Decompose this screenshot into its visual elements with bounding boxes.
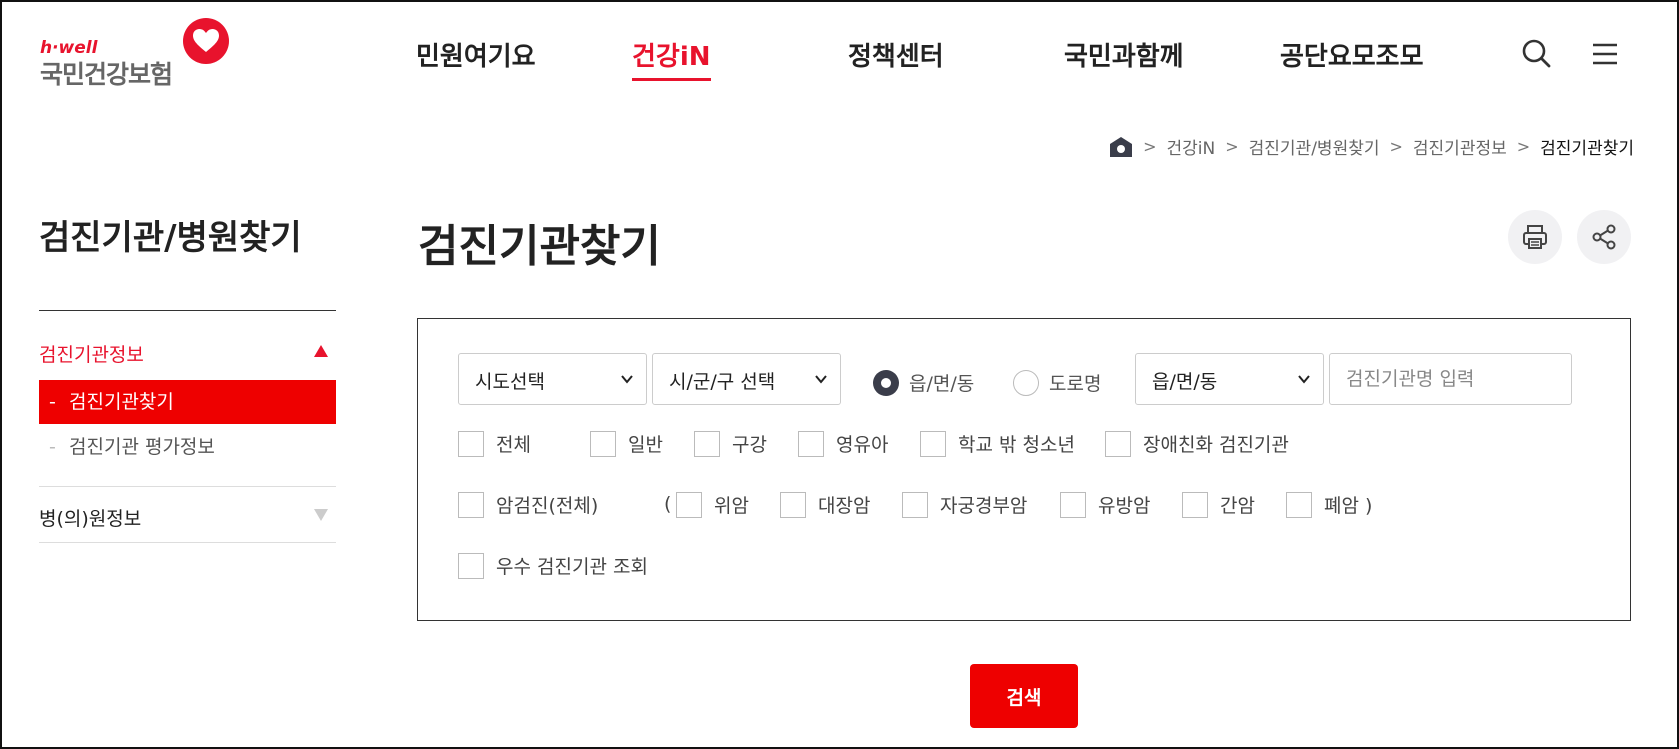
logo-name: 국민건강보험 <box>40 60 173 89</box>
paren-open: ( <box>664 493 672 515</box>
sidebar-section-label: 검진기관정보 <box>39 344 144 366</box>
search-button[interactable]: 검색 <box>970 664 1078 728</box>
checkbox-icon <box>590 430 616 457</box>
breadcrumb-current: 검진기관찾기 <box>1540 139 1634 159</box>
checkbox-label: 구강 <box>732 434 767 456</box>
home-icon[interactable] <box>1109 136 1133 158</box>
checkbox-icon <box>902 491 928 518</box>
checkbox-icon <box>1286 491 1312 518</box>
breadcrumb-item[interactable]: 검진기관/병원찾기 <box>1249 134 1380 159</box>
chevron-down-icon <box>621 375 633 384</box>
checkbox-infant[interactable]: 영유아 <box>798 430 888 457</box>
dong-select[interactable]: 읍/면/동 <box>1135 353 1324 405</box>
print-icon <box>1523 225 1547 249</box>
breadcrumb-separator: > <box>1225 137 1239 156</box>
radio-checked-icon <box>873 369 899 396</box>
sidebar-item-label: 검진기관 평가정보 <box>69 436 215 458</box>
checkbox-label: 우수 검진기관 조회 <box>496 556 648 578</box>
share-button[interactable] <box>1577 210 1631 264</box>
checkbox-label: 암검진(전체) <box>496 495 599 517</box>
checkbox-label: 위암 <box>714 495 749 517</box>
checkbox-label: 유방암 <box>1098 495 1151 517</box>
gnb-item-minwon[interactable]: 민원여기요 <box>416 36 536 73</box>
chevron-down-icon <box>1298 375 1310 384</box>
caret-up-icon <box>314 345 328 357</box>
sidebar-divider <box>39 310 336 311</box>
breadcrumb-separator: > <box>1389 137 1403 156</box>
checkbox-label: 장애친화 검진기관 <box>1143 434 1289 456</box>
checkbox-icon <box>1060 491 1086 518</box>
checkbox-out-of-school[interactable]: 학교 밖 청소년 <box>920 430 1075 457</box>
checkbox-disability-friendly[interactable]: 장애친화 검진기관 <box>1105 430 1289 457</box>
checkbox-label: 전체 <box>496 434 531 456</box>
radio-road[interactable]: 도로명 <box>1013 369 1101 396</box>
checkbox-icon <box>1105 430 1131 457</box>
radio-unchecked-icon <box>1013 369 1039 396</box>
institution-name-input[interactable] <box>1329 353 1572 405</box>
share-icon <box>1592 224 1616 250</box>
search-icon[interactable] <box>1519 36 1555 72</box>
checkbox-all[interactable]: 전체 <box>458 430 531 457</box>
radio-label: 읍/면/동 <box>909 373 975 395</box>
caret-down-icon <box>314 509 328 521</box>
sidebar-divider <box>39 542 336 543</box>
sidebar-section-label: 병(의)원정보 <box>39 508 142 530</box>
sido-select[interactable]: 시도선택 <box>458 353 647 405</box>
sidebar-title: 검진기관/병원찾기 <box>39 218 302 258</box>
checkbox-icon <box>458 552 484 579</box>
checkbox-label: 대장암 <box>818 495 871 517</box>
checkbox-icon <box>1182 491 1208 518</box>
sidebar-item-label: 검진기관찾기 <box>69 391 174 413</box>
print-button[interactable] <box>1508 210 1562 264</box>
checkbox-icon <box>694 430 720 457</box>
gnb-item-about[interactable]: 공단요모조모 <box>1280 36 1424 73</box>
sigungu-select[interactable]: 시/군/구 선택 <box>652 353 841 405</box>
chevron-down-icon <box>815 375 827 384</box>
sido-select-value: 시도선택 <box>475 371 545 393</box>
checkbox-icon <box>676 491 702 518</box>
radio-dong[interactable]: 읍/면/동 <box>873 369 974 396</box>
checkbox-label: 학교 밖 청소년 <box>958 434 1075 456</box>
sidebar-section-institution-info[interactable]: 검진기관정보 <box>39 340 336 367</box>
gnb-item-health-in[interactable]: 건강iN <box>632 36 711 81</box>
checkbox-general[interactable]: 일반 <box>590 430 663 457</box>
sidebar-item-find-institution[interactable]: - 검진기관찾기 <box>39 380 336 424</box>
nhis-logo[interactable]: h·well 국민건강보험 <box>40 18 240 89</box>
checkbox-label: 간암 <box>1220 495 1255 517</box>
checkbox-label: 폐암 ) <box>1324 495 1373 517</box>
checkbox-icon <box>780 491 806 518</box>
checkbox-lung-cancer[interactable]: 폐암 ) <box>1286 491 1372 518</box>
checkbox-label: 일반 <box>628 434 663 456</box>
sidebar-item-evaluation-info[interactable]: - 검진기관 평가정보 <box>39 425 336 469</box>
checkbox-icon <box>920 430 946 457</box>
checkbox-icon <box>458 491 484 518</box>
checkbox-label: 자궁경부암 <box>940 495 1028 517</box>
heart-icon <box>183 18 229 64</box>
checkbox-icon <box>798 430 824 457</box>
page-title: 검진기관찾기 <box>418 221 661 272</box>
menu-icon[interactable] <box>1587 36 1623 72</box>
breadcrumb-separator: > <box>1143 137 1157 156</box>
breadcrumb: > 건강iN > 검진기관/병원찾기 > 검진기관정보 > 검진기관찾기 <box>1109 134 1634 159</box>
checkbox-cervical-cancer[interactable]: 자궁경부암 <box>902 491 1027 518</box>
breadcrumb-item[interactable]: 검진기관정보 <box>1413 134 1507 159</box>
checkbox-icon <box>458 430 484 457</box>
checkbox-excellent-institution[interactable]: 우수 검진기관 조회 <box>458 552 648 579</box>
checkbox-breast-cancer[interactable]: 유방암 <box>1060 491 1150 518</box>
gnb-item-together[interactable]: 국민과함께 <box>1064 36 1184 73</box>
sigungu-select-value: 시/군/구 선택 <box>669 371 776 393</box>
radio-label: 도로명 <box>1049 373 1102 395</box>
checkbox-liver-cancer[interactable]: 간암 <box>1182 491 1255 518</box>
breadcrumb-item[interactable]: 건강iN <box>1167 134 1216 159</box>
dong-select-value: 읍/면/동 <box>1152 371 1218 393</box>
sidebar-section-hospital-info[interactable]: 병(의)원정보 <box>39 504 336 531</box>
gnb-item-policy[interactable]: 정책센터 <box>848 36 944 73</box>
sidebar-divider <box>39 486 336 487</box>
checkbox-label: 영유아 <box>836 434 889 456</box>
breadcrumb-separator: > <box>1516 137 1531 156</box>
checkbox-cancer-all[interactable]: 암검진(전체) <box>458 491 598 518</box>
checkbox-colon-cancer[interactable]: 대장암 <box>780 491 870 518</box>
checkbox-stomach-cancer[interactable]: 위암 <box>676 491 749 518</box>
checkbox-dental[interactable]: 구강 <box>694 430 767 457</box>
